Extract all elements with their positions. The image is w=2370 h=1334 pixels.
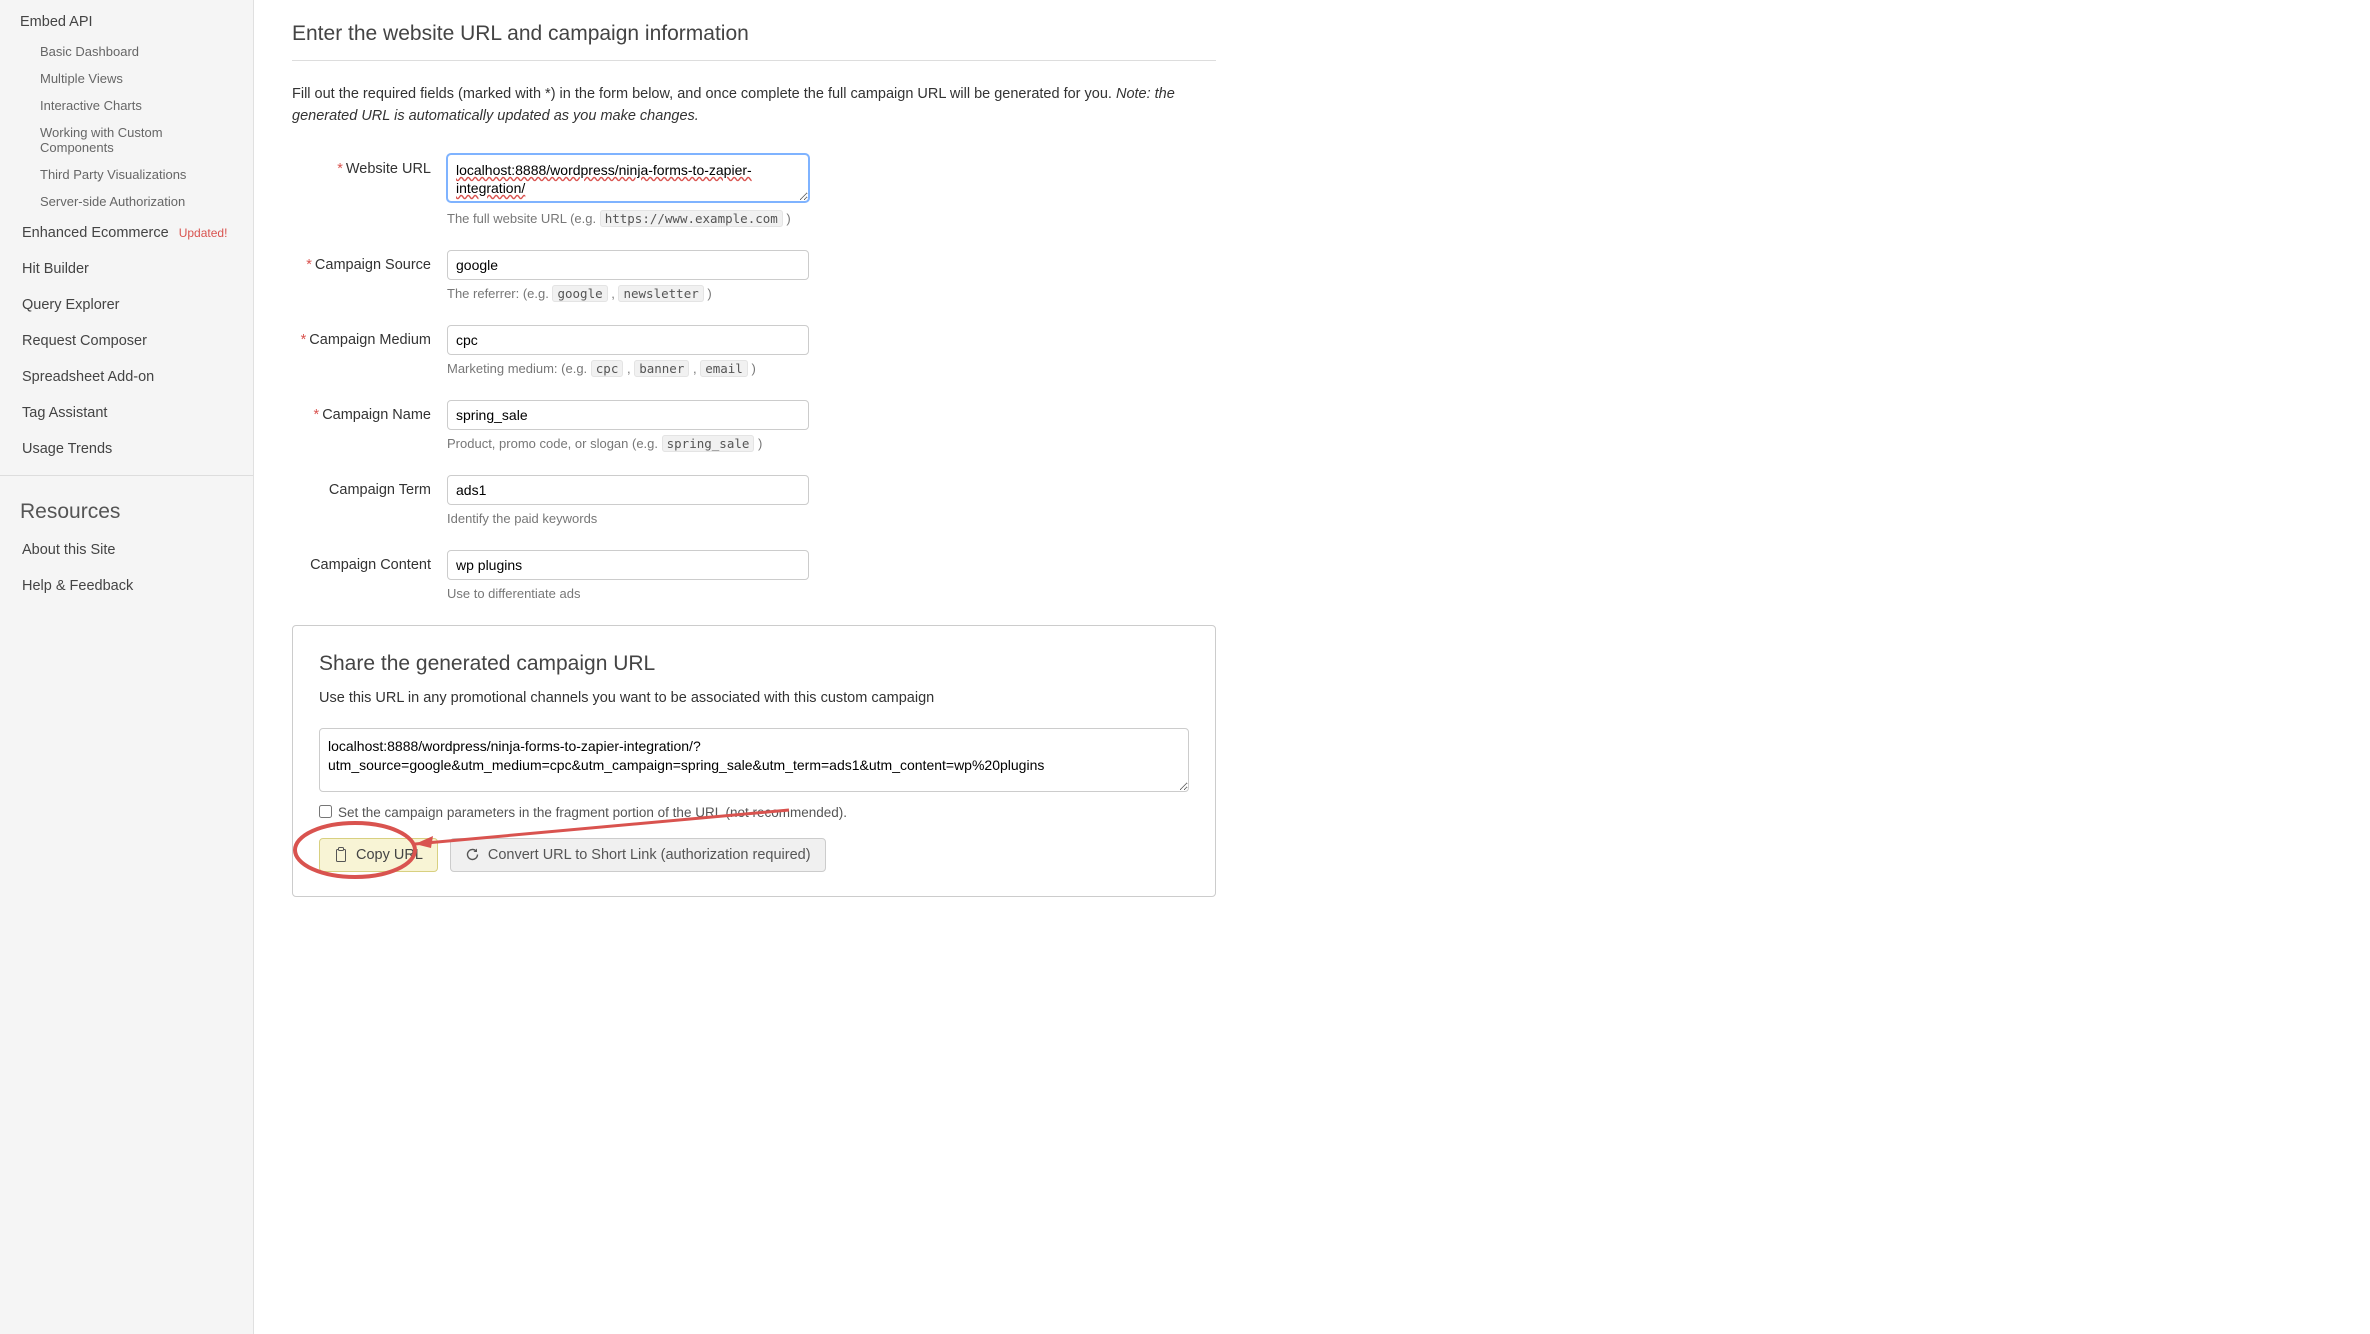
sidebar-item-query-explorer[interactable]: Query Explorer — [0, 287, 253, 323]
sidebar-divider — [0, 475, 253, 476]
label-campaign-source: *Campaign Source — [292, 250, 447, 301]
sidebar-item-spreadsheet-addon[interactable]: Spreadsheet Add-on — [0, 359, 253, 395]
sidebar-item-enhanced-ecommerce[interactable]: Enhanced Ecommerce Updated! — [0, 215, 253, 251]
share-panel: Share the generated campaign URL Use thi… — [292, 625, 1216, 897]
code-newsletter: newsletter — [618, 285, 703, 302]
code-banner: banner — [634, 360, 689, 377]
sidebar-item-help-feedback[interactable]: Help & Feedback — [0, 568, 253, 604]
code-google: google — [552, 285, 607, 302]
main-content: Enter the website URL and campaign infor… — [254, 0, 1254, 1334]
generated-url-textarea[interactable]: localhost:8888/wordpress/ninja-forms-to-… — [319, 728, 1189, 792]
help-website-url: The full website URL (e.g. https://www.e… — [447, 211, 809, 226]
campaign-content-input[interactable] — [447, 550, 809, 580]
help-campaign-term: Identify the paid keywords — [447, 511, 809, 526]
fragment-checkbox-row[interactable]: Set the campaign parameters in the fragm… — [319, 805, 1189, 820]
convert-short-link-button[interactable]: Convert URL to Short Link (authorization… — [450, 838, 826, 872]
campaign-name-input[interactable] — [447, 400, 809, 430]
help-campaign-medium: Marketing medium: (e.g. cpc , banner , e… — [447, 361, 809, 376]
sidebar-item-tag-assistant[interactable]: Tag Assistant — [0, 395, 253, 431]
fragment-checkbox[interactable] — [319, 805, 332, 818]
sidebar-item-usage-trends[interactable]: Usage Trends — [0, 431, 253, 467]
label-campaign-content: Campaign Content — [292, 550, 447, 601]
copy-url-label: Copy URL — [356, 847, 423, 863]
page-title: Enter the website URL and campaign infor… — [292, 0, 1216, 61]
sidebar-item-multiple-views[interactable]: Multiple Views — [0, 65, 253, 92]
label-campaign-name: *Campaign Name — [292, 400, 447, 451]
sidebar-item-interactive-charts[interactable]: Interactive Charts — [0, 92, 253, 119]
label-campaign-term: Campaign Term — [292, 475, 447, 526]
sidebar-item-about[interactable]: About this Site — [0, 532, 253, 568]
sidebar-item-hit-builder[interactable]: Hit Builder — [0, 251, 253, 287]
help-campaign-content: Use to differentiate ads — [447, 586, 809, 601]
label-campaign-medium: *Campaign Medium — [292, 325, 447, 376]
campaign-medium-input[interactable] — [447, 325, 809, 355]
intro-text: Fill out the required fields (marked wit… — [292, 83, 1216, 128]
code-cpc: cpc — [591, 360, 624, 377]
fragment-checkbox-label: Set the campaign parameters in the fragm… — [338, 805, 847, 820]
code-spring-sale: spring_sale — [662, 435, 755, 452]
sidebar-item-label: Enhanced Ecommerce — [22, 225, 169, 241]
sidebar-item-third-party-viz[interactable]: Third Party Visualizations — [0, 161, 253, 188]
sidebar-head-embed-api[interactable]: Embed API — [0, 0, 253, 38]
sidebar-item-basic-dashboard[interactable]: Basic Dashboard — [0, 38, 253, 65]
help-campaign-name: Product, promo code, or slogan (e.g. spr… — [447, 436, 809, 451]
code-email: email — [700, 360, 748, 377]
sidebar-head-resources: Resources — [0, 482, 253, 532]
sidebar: Embed API Basic Dashboard Multiple Views… — [0, 0, 254, 1334]
code-example-url: https://www.example.com — [600, 210, 783, 227]
sidebar-item-request-composer[interactable]: Request Composer — [0, 323, 253, 359]
label-website-url: *Website URL — [292, 154, 447, 226]
refresh-icon — [465, 847, 480, 862]
website-url-input[interactable]: localhost:8888/wordpress/ninja-forms-to-… — [447, 154, 809, 202]
updated-badge: Updated! — [179, 226, 228, 240]
clipboard-icon — [334, 847, 348, 863]
convert-short-link-label: Convert URL to Short Link (authorization… — [488, 847, 811, 863]
intro-text-a: Fill out the required fields (marked wit… — [292, 86, 1116, 102]
sidebar-item-server-auth[interactable]: Server-side Authorization — [0, 188, 253, 215]
copy-url-button[interactable]: Copy URL — [319, 838, 438, 872]
help-campaign-source: The referrer: (e.g. google , newsletter … — [447, 286, 809, 301]
share-desc: Use this URL in any promotional channels… — [319, 690, 1189, 706]
share-heading: Share the generated campaign URL — [319, 652, 1189, 676]
campaign-source-input[interactable] — [447, 250, 809, 280]
campaign-term-input[interactable] — [447, 475, 809, 505]
sidebar-item-custom-components[interactable]: Working with Custom Components — [0, 119, 253, 161]
